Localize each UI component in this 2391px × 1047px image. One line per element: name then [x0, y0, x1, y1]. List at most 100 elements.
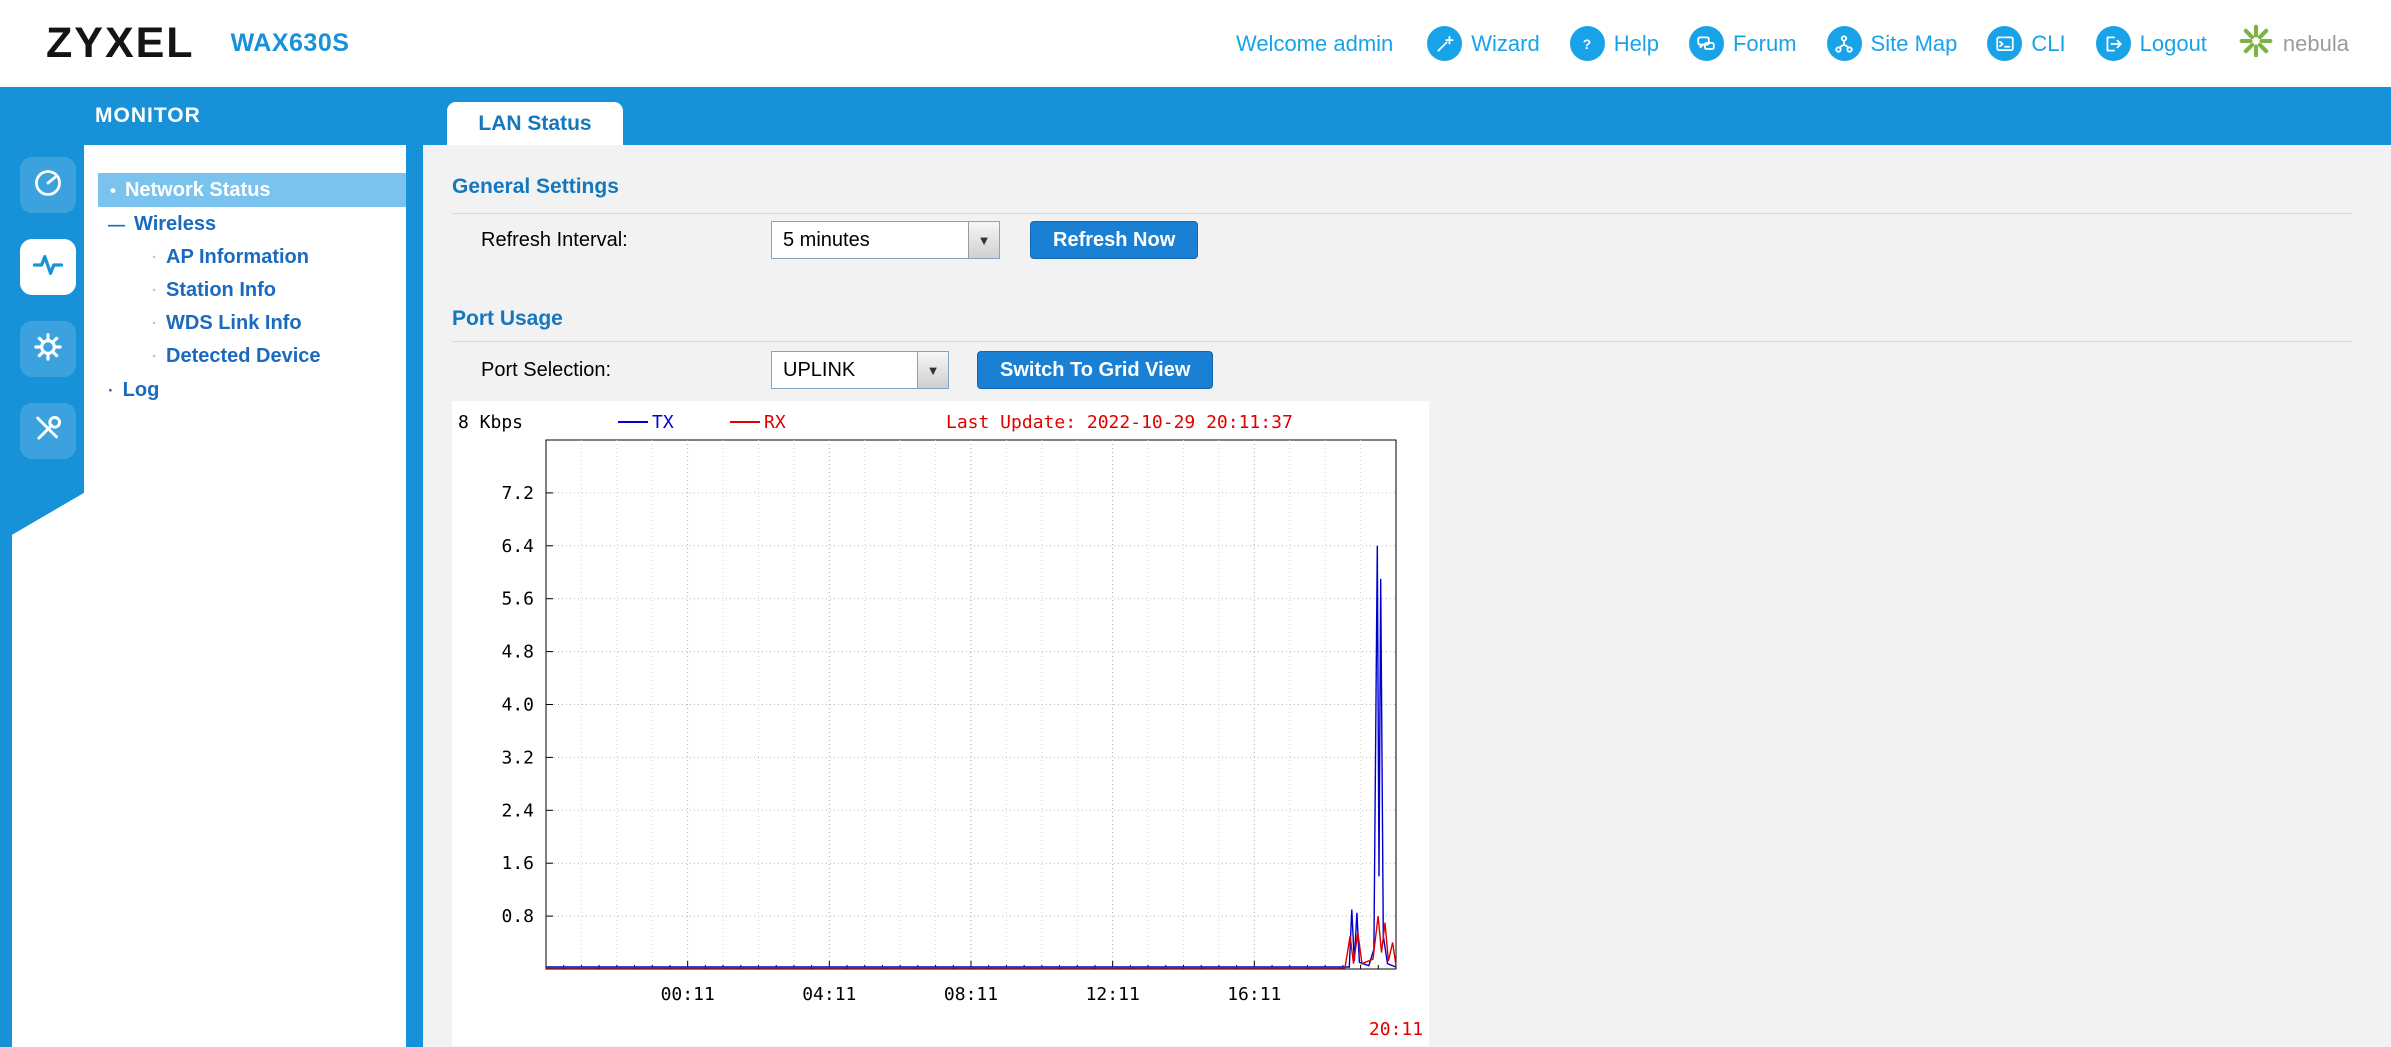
icon-rail — [12, 145, 84, 493]
cli-icon — [1987, 26, 2023, 61]
y-tick-label: 1.6 — [501, 853, 534, 874]
last-update-label: Last Update: 2022-10-29 20:11:37 — [946, 412, 1293, 433]
x-tick-label: 16:11 — [1227, 984, 1281, 1005]
sidebar-divider — [406, 145, 423, 1047]
svg-text:?: ? — [1583, 36, 1591, 52]
x-tick-label: 00:11 — [661, 984, 715, 1005]
sidebar-item-ap-information[interactable]: · AP Information — [84, 241, 406, 274]
rail-fold — [12, 493, 84, 535]
sidebar-item-network-status[interactable]: • Network Status — [98, 173, 406, 207]
header-right: Welcome admin Wizard? Help Forum Site Map CL… — [1236, 22, 2349, 66]
title-bar: MONITOR LAN Status — [0, 87, 2391, 145]
bullet-icon: · — [152, 249, 157, 266]
nebula-icon — [2237, 22, 2275, 66]
x-end-label: 20:11 — [1369, 1019, 1423, 1040]
welcome-text: Welcome admin — [1235, 30, 1394, 56]
main-content: General Settings Refresh Interval: 5 min… — [423, 145, 2391, 1047]
device-model: WAX630S — [230, 29, 350, 57]
x-tick-label: 04:11 — [802, 984, 856, 1005]
app-header: ZYXEL WAX630S Welcome admin Wizard? Help F… — [0, 0, 2391, 87]
header-link-cli[interactable]: CLI — [1987, 26, 2066, 61]
header-links: Wizard? Help Forum Site Map CLI Logout — [1427, 26, 2237, 61]
y-tick-label: 3.2 — [501, 747, 534, 768]
y-tick-label: 5.6 — [501, 589, 534, 610]
configuration-icon — [31, 330, 65, 369]
header-link-label: Site Map — [1870, 30, 1958, 56]
chevron-down-icon[interactable]: ▼ — [917, 352, 948, 388]
refresh-interval-label: Refresh Interval: — [481, 229, 628, 251]
rail-configuration-button[interactable] — [20, 321, 76, 377]
sidebar-item-label: WDS Link Info — [166, 312, 302, 334]
dashboard-icon — [31, 166, 65, 205]
nebula-link[interactable]: nebula — [2237, 22, 2349, 66]
port-selection-value: UPLINK — [783, 359, 856, 381]
bullet-icon: · — [152, 282, 157, 299]
sidebar-item-log[interactable]: · Log — [84, 373, 406, 407]
sidebar-item-wireless[interactable]: — Wireless — [84, 207, 406, 241]
sidebar-item-label: AP Information — [166, 246, 309, 268]
port-usage-heading: Port Usage — [452, 307, 563, 330]
nebula-label: nebula — [2282, 30, 2349, 56]
forum-icon — [1688, 26, 1724, 61]
y-tick-label: 4.8 — [501, 642, 534, 663]
bullet-icon: · — [152, 348, 157, 365]
sidebar-item-detected-device[interactable]: · Detected Device — [84, 340, 406, 373]
wizard-icon — [1427, 26, 1463, 61]
legend-label-tx: TX — [652, 412, 674, 433]
header-link-logout[interactable]: Logout — [2095, 26, 2207, 61]
header-link-forum[interactable]: Forum — [1688, 26, 1797, 61]
collapse-icon: — — [108, 214, 125, 234]
y-tick-label: 6.4 — [501, 536, 534, 557]
header-link-label: Forum — [1732, 30, 1797, 56]
logout-icon — [2095, 26, 2131, 61]
port-selection-select[interactable]: UPLINK ▼ — [771, 351, 949, 389]
traffic-chart-svg: 7.2 6.4 5.6 4.8 4.0 3.2 2.4 1.6 0.8 00:11 04:11 08:… — [458, 412, 1423, 1040]
sidebar-item-label: Network Status — [124, 178, 271, 201]
port-usage-chart: 7.2 6.4 5.6 4.8 4.0 3.2 2.4 1.6 0.8 00:11 04:11 08:… — [452, 401, 1429, 1046]
zyxel-logo: ZYXEL — [46, 19, 195, 67]
header-link-label: CLI — [2031, 30, 2066, 56]
tab-lan-status[interactable]: LAN Status — [447, 102, 623, 145]
y-axis-unit-label: 8 Kbps — [458, 412, 523, 433]
sidebar-item-label: Detected Device — [166, 345, 321, 367]
rail-maintenance-button[interactable] — [20, 403, 76, 459]
sidebar-item-label: Wireless — [134, 212, 217, 235]
header-link-label: Wizard — [1471, 30, 1540, 56]
header-link-label: Logout — [2139, 30, 2207, 56]
chevron-down-icon[interactable]: ▼ — [968, 222, 999, 258]
x-tick-label: 08:11 — [944, 984, 998, 1005]
header-link-site-map[interactable]: Site Map — [1826, 26, 1958, 61]
header-link-wizard[interactable]: Wizard — [1427, 26, 1540, 61]
legend-label-rx: RX — [764, 412, 786, 433]
rail-monitor-button[interactable] — [20, 239, 76, 295]
help-icon: ? — [1569, 26, 1605, 61]
y-tick-label: 4.0 — [501, 695, 534, 716]
page: ZYXEL WAX630S Welcome admin Wizard? Help F… — [0, 0, 2391, 1047]
bullet-icon: • — [110, 180, 116, 200]
x-tick-label: 12:11 — [1086, 984, 1140, 1005]
section-divider — [452, 213, 2353, 214]
header-link-label: Help — [1613, 30, 1659, 56]
maintenance-icon — [31, 412, 65, 451]
refresh-now-button[interactable]: Refresh Now — [1030, 221, 1199, 259]
rail-dashboard-button[interactable] — [20, 157, 76, 213]
sidebar-item-label: Log — [122, 378, 160, 401]
bullet-icon: · — [152, 315, 157, 332]
section-divider — [452, 341, 2353, 342]
sidebar-item-label: Station Info — [166, 279, 276, 301]
switch-grid-view-button[interactable]: Switch To Grid View — [977, 351, 1214, 389]
y-tick-label: 0.8 — [501, 906, 534, 927]
monitor-title: MONITOR — [95, 104, 201, 127]
monitor-icon — [30, 247, 66, 288]
y-tick-label: 2.4 — [501, 800, 534, 821]
header-link-help[interactable]: ? Help — [1569, 26, 1659, 61]
refresh-interval-select[interactable]: 5 minutes ▼ — [771, 221, 1000, 259]
bullet-icon: · — [108, 380, 114, 400]
port-selection-label: Port Selection: — [481, 359, 612, 381]
sitemap-icon — [1826, 26, 1862, 61]
nav-tree: • Network Status — Wireless · AP Information ·… — [84, 145, 406, 1047]
refresh-interval-value: 5 minutes — [783, 229, 870, 251]
sidebar-item-station-info[interactable]: · Station Info — [84, 274, 406, 307]
sidebar-item-wds-link-info[interactable]: · WDS Link Info — [84, 307, 406, 340]
left-frame-strip — [0, 145, 12, 1047]
